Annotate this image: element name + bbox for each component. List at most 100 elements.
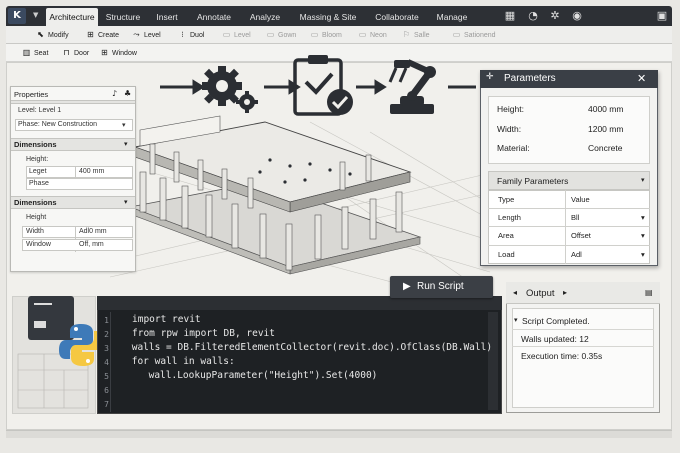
chevron-down-icon[interactable]: ▾ <box>122 121 126 129</box>
dimensions-2-title: Dimensions <box>14 198 57 207</box>
code-line: for wall in walls: <box>126 356 235 367</box>
code-scrollbar[interactable] <box>488 312 498 410</box>
expand-arrow-icon[interactable]: ▾ <box>514 316 518 324</box>
app-menu-chevron-icon[interactable]: ▼ <box>33 11 38 19</box>
modify-label: Modify <box>48 32 69 39</box>
code-editor-tabbar <box>97 296 502 310</box>
output-collapse-icon[interactable]: ◂ <box>513 288 517 297</box>
tab-insert[interactable]: Insert <box>148 8 186 26</box>
parameters-title: Parameters <box>504 73 556 84</box>
level-button[interactable]: ⤳ Level <box>132 28 160 42</box>
bloom-icon: ▭ <box>310 30 319 39</box>
level-disabled-button[interactable]: ▭ Level <box>222 28 251 42</box>
gown-label: Gown <box>278 32 297 39</box>
output-expand-icon[interactable]: ▸ <box>563 288 567 297</box>
width-value[interactable]: 1200 mm <box>588 124 623 134</box>
output-divider <box>512 329 654 330</box>
building-3d-model[interactable] <box>110 112 495 287</box>
gown-icon: ▭ <box>266 30 275 39</box>
duol-button[interactable]: ⁝ Duol <box>178 28 204 42</box>
run-script-label: Run Script <box>417 281 464 292</box>
door-button[interactable]: ⊓ Door <box>62 46 89 60</box>
terminal-line <box>34 303 52 305</box>
window-icon[interactable]: ▣ <box>655 9 669 23</box>
height-value[interactable]: 4000 mm <box>588 104 623 114</box>
chevron-down-icon[interactable]: ▾ <box>641 231 645 240</box>
create-button[interactable]: ⊞ Create <box>86 28 119 42</box>
dim2-value-width: Adl0 mm <box>79 228 107 235</box>
move-icon[interactable]: ✛ <box>486 72 494 82</box>
gutter-divider <box>110 312 111 412</box>
user-icon[interactable]: ◉ <box>570 9 584 23</box>
info-icon[interactable]: ◔ <box>526 9 540 23</box>
collapse-icon[interactable]: ▾ <box>124 140 128 148</box>
sationend-icon: ▭ <box>452 30 461 39</box>
phase-value: Phase: New Construction <box>18 121 97 128</box>
app-logo[interactable]: K <box>8 8 26 24</box>
salle-label: Salle <box>414 32 430 39</box>
close-icon[interactable]: ✕ <box>637 72 646 85</box>
dim1-label-leget: Leget <box>29 168 47 175</box>
dim1-label-height: Height: <box>26 156 49 163</box>
bloom-button[interactable]: ▭ Bloom <box>310 28 342 42</box>
lock-icon[interactable]: ♣ <box>124 89 131 98</box>
line-number: 6 <box>104 386 109 395</box>
sationend-label: Sationend <box>464 32 496 39</box>
status-bar <box>6 430 672 438</box>
level2-label: Level <box>234 32 251 39</box>
seat-label: Seat <box>34 50 49 57</box>
family-header-type: Type <box>498 195 515 204</box>
neon-label: Neon <box>370 32 387 39</box>
dim2-label-width: Width <box>26 228 44 235</box>
seat-button[interactable]: ▥ Seat <box>22 46 49 60</box>
family-row-load-value[interactable]: Adl <box>571 250 582 259</box>
output-line: Script Completed. <box>522 316 590 326</box>
tab-annotate[interactable]: Annotate <box>190 8 238 26</box>
bloom-label: Bloom <box>322 32 342 39</box>
tab-manage[interactable]: Manage <box>430 8 474 26</box>
family-header-value: Value <box>571 195 590 204</box>
tab-architecture[interactable]: Architecture <box>46 8 98 26</box>
chevron-down-icon[interactable]: ▾ <box>641 213 645 222</box>
run-script-button[interactable]: ▶ Run Script <box>390 276 493 298</box>
output-line: Execution time: 0.35s <box>521 351 603 361</box>
properties-divider <box>11 100 135 104</box>
salle-button[interactable]: ⚐ Salle <box>402 28 430 42</box>
sationend-button[interactable]: ▭ Sationend <box>452 28 496 42</box>
seat-icon: ▥ <box>22 48 31 57</box>
gear-icon[interactable]: ✲ <box>548 9 562 23</box>
output-divider <box>512 346 654 347</box>
terminal-cursor <box>34 321 46 328</box>
material-value[interactable]: Concrete <box>588 143 623 153</box>
chevron-down-icon[interactable]: ▾ <box>641 176 645 184</box>
family-row-load-name: Load <box>498 250 515 259</box>
output-menu-icon[interactable]: ▤ <box>645 288 653 297</box>
window-button[interactable]: ⊞ Window <box>100 46 137 60</box>
pin-icon[interactable]: ♪ <box>112 89 117 98</box>
tab-massing-site[interactable]: Massing & Site <box>292 8 364 26</box>
line-number: 1 <box>104 316 109 325</box>
line-number: 7 <box>104 400 109 409</box>
tab-analyze[interactable]: Analyze <box>242 8 288 26</box>
chevron-down-icon[interactable]: ▾ <box>641 250 645 259</box>
dim1-value-leget: 400 mm <box>79 168 105 175</box>
grid-icon[interactable]: ▦ <box>503 9 517 23</box>
line-number: 4 <box>104 358 109 367</box>
modify-button[interactable]: ⬉ Modify <box>36 28 69 42</box>
collapse-icon[interactable]: ▾ <box>124 198 128 206</box>
tab-collaborate[interactable]: Collaborate <box>368 8 426 26</box>
neon-button[interactable]: ▭ Neon <box>358 28 387 42</box>
family-row-area-value[interactable]: Offset <box>571 231 591 240</box>
gown-button[interactable]: ▭ Gown <box>266 28 297 42</box>
robot-arm-icon <box>388 59 436 114</box>
family-row-length-name: Length <box>498 213 521 222</box>
row-divider <box>488 208 650 209</box>
output-title: Output <box>526 288 555 299</box>
material-label: Material: <box>497 143 530 153</box>
family-col-divider <box>565 190 566 264</box>
dim2-value-window: Off, mm <box>79 241 104 248</box>
dim1-label-phase: Phase <box>29 180 49 187</box>
window-label: Window <box>112 50 137 57</box>
family-row-length-value[interactable]: Bll <box>571 213 579 222</box>
tab-structure[interactable]: Structure <box>102 8 144 26</box>
